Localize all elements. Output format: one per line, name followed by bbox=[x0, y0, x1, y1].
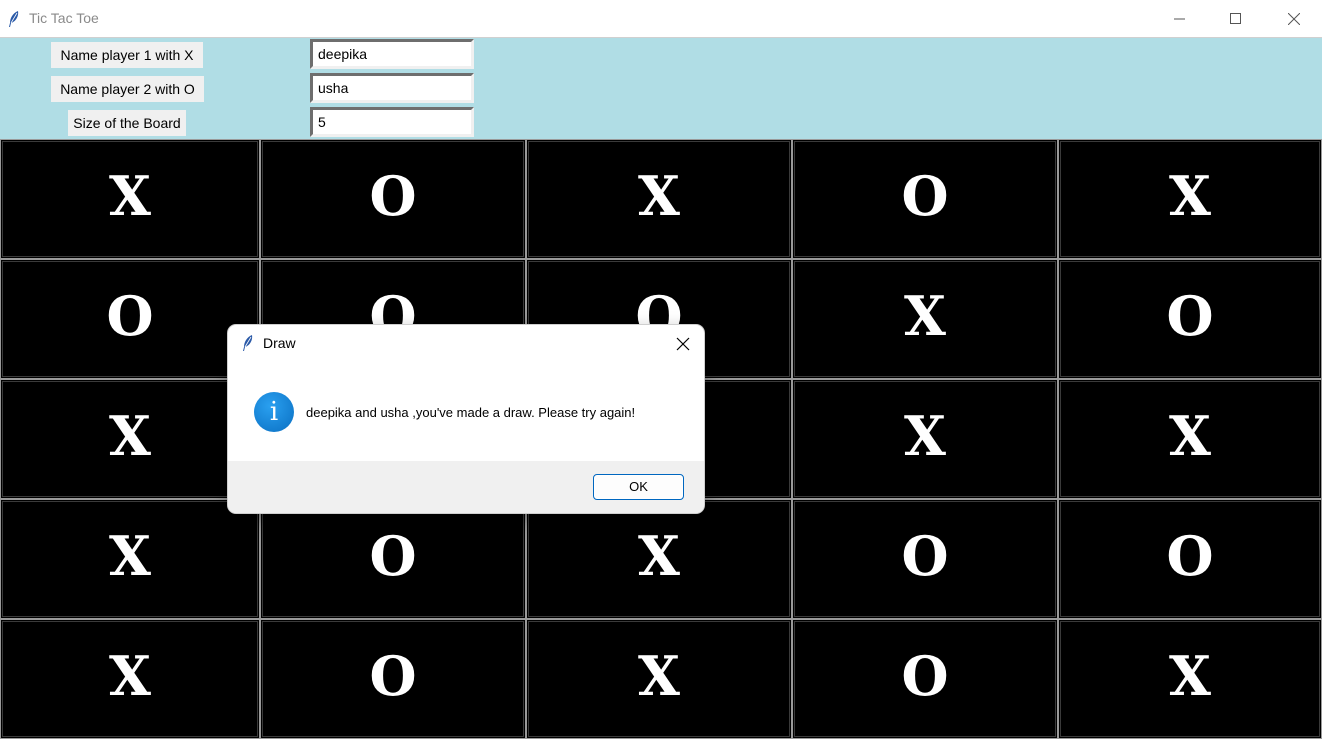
board-cell[interactable]: O bbox=[1058, 499, 1322, 619]
info-icon: i bbox=[254, 392, 294, 432]
board-cell[interactable]: X bbox=[526, 499, 792, 619]
ok-button[interactable]: OK bbox=[593, 474, 684, 500]
close-button[interactable] bbox=[1271, 0, 1317, 37]
board-cell[interactable]: X bbox=[0, 499, 260, 619]
board-cell[interactable]: X bbox=[1058, 379, 1322, 499]
player1-name-input[interactable]: deepika bbox=[310, 39, 474, 69]
player2-name-input[interactable]: usha bbox=[310, 73, 474, 103]
board-cell[interactable]: X bbox=[792, 379, 1058, 499]
dialog-footer: OK bbox=[228, 461, 704, 513]
board-cell[interactable]: O bbox=[260, 619, 526, 739]
board-cell[interactable]: O bbox=[1058, 259, 1322, 379]
board-cell[interactable]: X bbox=[0, 139, 260, 259]
maximize-icon bbox=[1230, 13, 1241, 24]
board-cell[interactable]: O bbox=[792, 499, 1058, 619]
feather-icon bbox=[9, 11, 19, 27]
board-size-label: Size of the Board bbox=[68, 110, 186, 136]
feather-icon bbox=[243, 335, 253, 351]
title-bar: Tic Tac Toe bbox=[0, 0, 1322, 38]
dialog-title: Draw bbox=[263, 335, 296, 351]
board-cell[interactable]: O bbox=[260, 139, 526, 259]
maximize-button[interactable] bbox=[1213, 0, 1259, 37]
board-cell[interactable]: O bbox=[792, 139, 1058, 259]
dialog-close-button[interactable] bbox=[669, 333, 699, 355]
player2-label: Name player 2 with O bbox=[51, 76, 204, 102]
board-cell[interactable]: X bbox=[792, 259, 1058, 379]
close-icon bbox=[676, 337, 690, 351]
window-title: Tic Tac Toe bbox=[29, 10, 99, 26]
board-cell[interactable]: X bbox=[0, 619, 260, 739]
minimize-icon bbox=[1174, 18, 1185, 20]
player1-label: Name player 1 with X bbox=[51, 42, 203, 68]
board-cell[interactable]: X bbox=[1058, 139, 1322, 259]
board-cell[interactable]: X bbox=[0, 379, 260, 499]
draw-dialog: Draw i deepika and usha ,you've made a d… bbox=[228, 325, 704, 513]
close-icon bbox=[1288, 13, 1300, 25]
board-size-input[interactable]: 5 bbox=[310, 107, 474, 137]
board-cell[interactable]: O bbox=[792, 619, 1058, 739]
settings-panel: Name player 1 with X deepika Name player… bbox=[0, 38, 1322, 139]
minimize-button[interactable] bbox=[1157, 0, 1203, 37]
board-cell[interactable]: X bbox=[526, 619, 792, 739]
board-cell[interactable]: O bbox=[260, 499, 526, 619]
board-cell[interactable]: O bbox=[0, 259, 260, 379]
board-cell[interactable]: X bbox=[1058, 619, 1322, 739]
dialog-message: deepika and usha ,you've made a draw. Pl… bbox=[306, 405, 636, 420]
board-cell[interactable]: X bbox=[526, 139, 792, 259]
